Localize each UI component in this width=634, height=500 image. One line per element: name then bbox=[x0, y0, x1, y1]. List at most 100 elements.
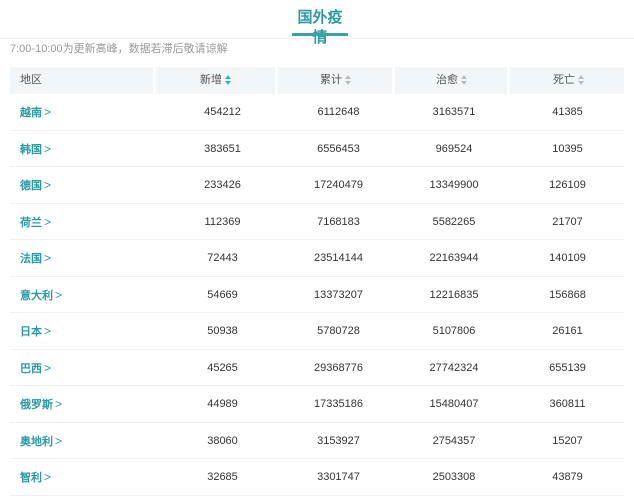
header-region: 地区 bbox=[20, 74, 42, 86]
header-total-label: 累计 bbox=[320, 74, 342, 86]
new-cases: 72443 bbox=[207, 252, 238, 264]
region-link[interactable]: 智利 > bbox=[20, 459, 51, 495]
total-cases: 17240479 bbox=[314, 179, 363, 191]
total-cases: 3301747 bbox=[317, 471, 360, 483]
chevron-right-icon: > bbox=[44, 214, 52, 229]
chevron-right-icon: > bbox=[55, 433, 63, 448]
cured-cases: 22163944 bbox=[429, 252, 479, 264]
tab-active-underline bbox=[292, 33, 348, 36]
table-row[interactable]: 法国 > 72443 23514144 22163944 140109 bbox=[10, 240, 624, 277]
header-new[interactable]: 新增 bbox=[200, 67, 232, 94]
death-cases: 10395 bbox=[552, 142, 583, 155]
total-cases: 7168183 bbox=[317, 215, 360, 228]
cured-cases: 2754357 bbox=[432, 434, 476, 447]
region-link[interactable]: 法国 > bbox=[20, 240, 51, 276]
death-cases: 156868 bbox=[549, 288, 586, 301]
table-row[interactable]: 越南 > 454212 6112648 3163571 41385 bbox=[10, 94, 624, 131]
death-cases: 15207 bbox=[552, 434, 583, 447]
header-total[interactable]: 累计 bbox=[320, 67, 352, 94]
death-cases: 21707 bbox=[552, 215, 583, 228]
cured-cases: 13349900 bbox=[429, 179, 479, 191]
chevron-right-icon: > bbox=[44, 105, 52, 119]
region-link[interactable]: 日本 > bbox=[20, 313, 51, 349]
region-name: 智利 bbox=[20, 472, 42, 484]
cured-cases: 15480407 bbox=[429, 398, 479, 410]
death-cases: 41385 bbox=[552, 106, 583, 118]
total-cases: 23514144 bbox=[314, 252, 363, 264]
total-cases: 17335186 bbox=[314, 398, 363, 410]
total-cases: 3153927 bbox=[317, 434, 360, 447]
tab-bar: 国外疫情 bbox=[0, 0, 634, 46]
epidemic-table: 地区 新增 累计 治愈 死亡 越南 > 454212 6112648 316357… bbox=[10, 67, 624, 496]
total-cases: 5780728 bbox=[317, 325, 360, 337]
total-cases: 6556453 bbox=[317, 142, 360, 155]
table-row[interactable]: 德国 > 233426 17240479 13349900 126109 bbox=[10, 167, 624, 204]
cured-cases: 5107806 bbox=[432, 325, 476, 337]
region-link[interactable]: 巴西 > bbox=[20, 350, 51, 386]
region-link[interactable]: 奥地利 > bbox=[20, 423, 62, 459]
update-notice: 7:00-10:00为更新高峰，数据若滞后敬请谅解 bbox=[10, 43, 228, 55]
chevron-right-icon: > bbox=[55, 397, 63, 411]
chevron-right-icon: > bbox=[44, 470, 52, 484]
region-link[interactable]: 德国 > bbox=[20, 167, 51, 203]
sort-icon[interactable] bbox=[345, 74, 352, 86]
table-header: 地区 新增 累计 治愈 死亡 bbox=[10, 67, 624, 94]
region-link[interactable]: 荷兰 > bbox=[20, 204, 51, 240]
region-name: 意大利 bbox=[20, 289, 53, 302]
chevron-right-icon: > bbox=[44, 141, 52, 156]
header-cured-label: 治愈 bbox=[436, 74, 458, 86]
region-link[interactable]: 意大利 > bbox=[20, 277, 62, 313]
region-name: 奥地利 bbox=[20, 435, 53, 448]
chevron-right-icon: > bbox=[44, 178, 52, 192]
cured-cases: 3163571 bbox=[432, 106, 476, 118]
new-cases: 233426 bbox=[204, 179, 241, 191]
header-deaths-label: 死亡 bbox=[553, 74, 575, 86]
new-cases: 45265 bbox=[207, 361, 238, 374]
header-divider bbox=[507, 67, 510, 94]
region-name: 韩国 bbox=[20, 143, 42, 156]
sort-icon[interactable] bbox=[225, 74, 232, 86]
new-cases: 50938 bbox=[207, 325, 238, 337]
header-new-label: 新增 bbox=[200, 74, 222, 86]
death-cases: 126109 bbox=[549, 179, 586, 191]
table-row[interactable]: 意大利 > 54669 13373207 12216835 156868 bbox=[10, 277, 624, 313]
region-name: 日本 bbox=[20, 326, 42, 338]
table-row[interactable]: 日本 > 50938 5780728 5107806 26161 bbox=[10, 313, 624, 350]
region-link[interactable]: 俄罗斯 > bbox=[20, 386, 62, 422]
new-cases: 383651 bbox=[204, 142, 241, 155]
cured-cases: 5582265 bbox=[432, 215, 476, 228]
header-cured[interactable]: 治愈 bbox=[436, 67, 468, 94]
total-cases: 6112648 bbox=[317, 106, 360, 118]
new-cases: 38060 bbox=[207, 434, 238, 447]
death-cases: 140109 bbox=[549, 252, 586, 264]
region-link[interactable]: 越南 > bbox=[20, 94, 51, 130]
chevron-right-icon: > bbox=[44, 324, 52, 338]
table-row[interactable]: 巴西 > 45265 29368776 27742324 655139 bbox=[10, 350, 624, 386]
header-deaths[interactable]: 死亡 bbox=[553, 67, 585, 94]
region-name: 法国 bbox=[20, 253, 42, 265]
table-row[interactable]: 俄罗斯 > 44989 17335186 15480407 360811 bbox=[10, 386, 624, 423]
chevron-right-icon: > bbox=[44, 360, 52, 375]
cured-cases: 27742324 bbox=[429, 361, 479, 374]
chevron-right-icon: > bbox=[55, 287, 63, 302]
table-row[interactable]: 韩国 > 383651 6556453 969524 10395 bbox=[10, 131, 624, 167]
table-row[interactable]: 荷兰 > 112369 7168183 5582265 21707 bbox=[10, 204, 624, 240]
sort-icon[interactable] bbox=[461, 74, 468, 86]
new-cases: 32685 bbox=[207, 471, 238, 483]
table-row[interactable]: 奥地利 > 38060 3153927 2754357 15207 bbox=[10, 423, 624, 459]
region-link[interactable]: 韩国 > bbox=[20, 131, 51, 167]
table-body: 越南 > 454212 6112648 3163571 41385 韩国 > 383… bbox=[10, 94, 624, 496]
header-divider bbox=[153, 67, 156, 94]
table-row[interactable]: 智利 > 32685 3301747 2503308 43879 bbox=[10, 459, 624, 496]
new-cases: 44989 bbox=[207, 398, 238, 410]
death-cases: 360811 bbox=[549, 398, 586, 410]
sort-icon[interactable] bbox=[578, 74, 585, 86]
region-name: 俄罗斯 bbox=[20, 399, 53, 411]
region-name: 巴西 bbox=[20, 362, 42, 375]
new-cases: 112369 bbox=[204, 215, 241, 228]
region-name: 德国 bbox=[20, 180, 42, 192]
death-cases: 655139 bbox=[549, 361, 586, 374]
region-name: 越南 bbox=[20, 107, 42, 119]
cured-cases: 969524 bbox=[435, 142, 473, 155]
new-cases: 54669 bbox=[207, 288, 238, 301]
